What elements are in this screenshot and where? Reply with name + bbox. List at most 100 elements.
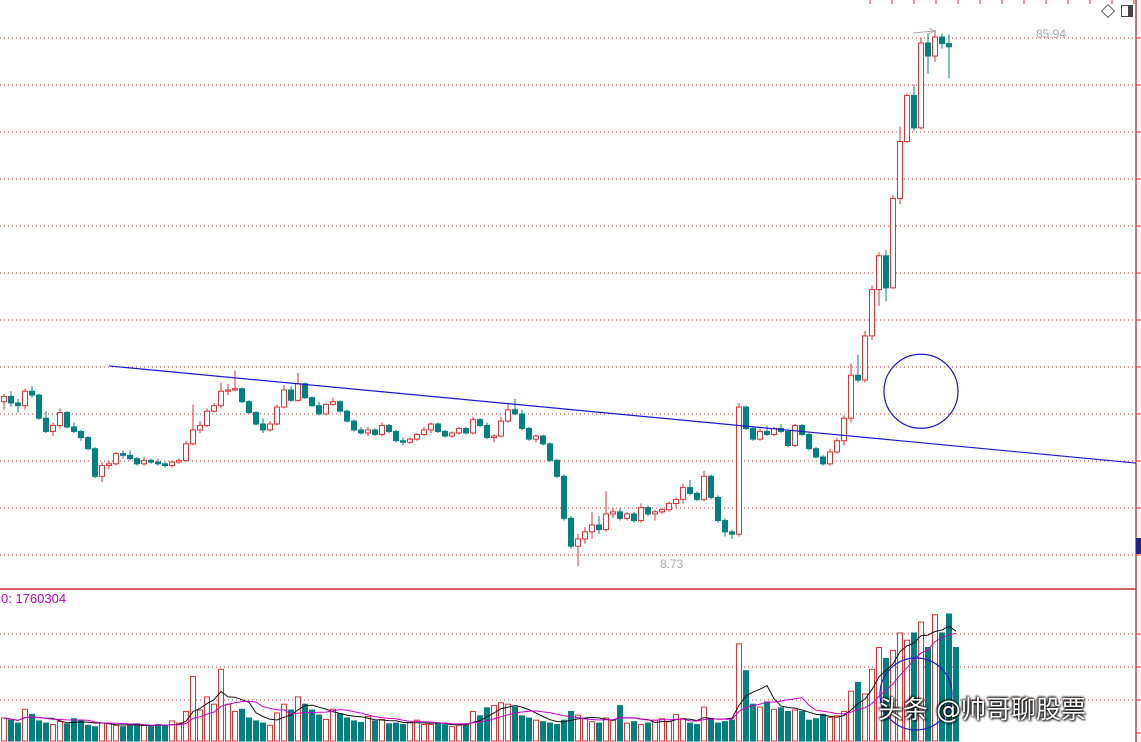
- volume-bar: [778, 707, 784, 742]
- candle-body: [169, 461, 175, 467]
- candle-body: [820, 456, 826, 465]
- candle-body: [456, 427, 462, 434]
- candle-body: [372, 429, 378, 435]
- volume-bar: [652, 719, 658, 742]
- candle-body: [309, 397, 315, 407]
- volume-bar: [197, 709, 203, 742]
- candle-body: [232, 388, 238, 391]
- candle-body: [904, 94, 910, 143]
- volume-bar: [274, 712, 280, 742]
- candle-body: [85, 437, 91, 450]
- candle-body: [862, 335, 868, 381]
- candle-body: [631, 513, 637, 522]
- volume-bar: [694, 724, 700, 742]
- candle-body: [512, 409, 518, 415]
- volume-bar: [218, 668, 224, 742]
- candle-body: [841, 417, 847, 442]
- candle-body: [246, 401, 252, 414]
- volume-bar: [176, 722, 182, 742]
- volume-bar: [295, 696, 301, 742]
- candle-body: [638, 507, 644, 522]
- candle-body: [540, 435, 546, 445]
- candle-body: [211, 405, 217, 412]
- candle-body: [757, 430, 763, 440]
- candle-body: [939, 36, 945, 45]
- volume-bar: [799, 710, 805, 742]
- candle-body: [393, 430, 399, 442]
- candle-body: [883, 255, 889, 289]
- volume-bar: [596, 722, 602, 742]
- volume-bar: [449, 726, 455, 742]
- candle-body: [925, 42, 931, 57]
- volume-bar: [603, 717, 609, 742]
- volume-bar: [687, 722, 693, 742]
- volume-bar: [155, 724, 161, 742]
- candle-body: [204, 410, 210, 426]
- volume-bar: [148, 726, 154, 742]
- volume-bar: [393, 722, 399, 742]
- candle-body: [379, 424, 385, 435]
- volume-bar: [561, 719, 567, 742]
- volume-bar: [708, 718, 714, 742]
- volume-bar: [232, 710, 238, 742]
- candle-body: [78, 430, 84, 439]
- volume-bar: [1, 717, 7, 742]
- volume-bar: [736, 643, 742, 742]
- volume-bar: [834, 715, 840, 742]
- candle-body: [386, 424, 392, 432]
- volume-bar: [141, 724, 147, 742]
- volume-bar: [848, 690, 854, 742]
- candle-body: [267, 423, 273, 431]
- volume-bar: [57, 721, 63, 742]
- volume-bar: [78, 720, 84, 742]
- candle-body: [582, 531, 588, 540]
- candle-body: [596, 524, 602, 531]
- volume-bar: [631, 721, 637, 742]
- volume-bar: [533, 719, 539, 742]
- candle-body: [715, 496, 721, 522]
- candle-body: [141, 459, 147, 465]
- candle-body: [764, 430, 770, 435]
- panel-toggle-icon[interactable]: [1121, 5, 1133, 17]
- candle-body: [274, 406, 280, 425]
- candle-body: [421, 429, 427, 435]
- candle-body: [29, 390, 35, 396]
- candle-body: [743, 406, 749, 429]
- volume-bar: [666, 721, 672, 742]
- candle-body: [120, 453, 126, 456]
- volume-bar: [365, 716, 371, 742]
- candle-body: [855, 374, 861, 381]
- candle-body: [50, 424, 56, 432]
- volume-bar: [582, 718, 588, 742]
- candle-body: [15, 402, 21, 407]
- candle-body: [792, 424, 798, 446]
- candle-body: [666, 502, 672, 511]
- candle-body: [435, 423, 441, 432]
- candle-body: [813, 448, 819, 458]
- volume-bar: [379, 718, 385, 742]
- volume-bar: [750, 703, 756, 742]
- volume-bar: [183, 710, 189, 742]
- candle-body: [785, 430, 791, 446]
- volume-bar: [267, 724, 273, 742]
- candle-body: [127, 454, 133, 460]
- candle-body: [946, 43, 952, 48]
- candle-body: [554, 459, 560, 477]
- candle-body: [498, 420, 504, 437]
- volume-bar: [547, 722, 553, 742]
- volume-bar: [757, 706, 763, 742]
- volume-bar: [358, 721, 364, 742]
- candle-body: [281, 389, 287, 408]
- candle-body: [869, 289, 875, 337]
- candle-body: [162, 463, 168, 467]
- volume-bar: [330, 708, 336, 742]
- candle-body: [645, 507, 651, 515]
- volume-bar: [428, 724, 434, 742]
- candle-body: [92, 448, 98, 477]
- candle-body: [890, 197, 896, 289]
- volume-bar: [540, 721, 546, 742]
- volume-bar: [162, 725, 168, 742]
- candle-body: [148, 459, 154, 463]
- top-axis-ticks: [869, 0, 1135, 4]
- volume-moving-averages: [3, 625, 957, 727]
